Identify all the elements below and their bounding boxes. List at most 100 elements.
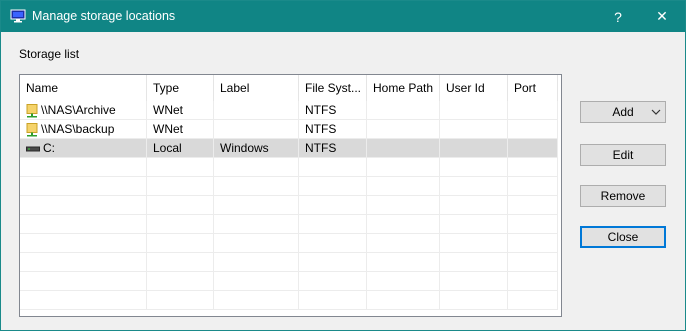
- cell-empty: [508, 158, 558, 177]
- cell-label: Windows: [214, 139, 299, 158]
- cell-empty: [440, 253, 508, 272]
- cell-empty: [367, 196, 440, 215]
- cell-empty: [147, 234, 214, 253]
- cell-empty: [440, 234, 508, 253]
- add-button-label: Add: [612, 105, 634, 119]
- cell-user-id: [440, 139, 508, 158]
- close-button[interactable]: Close: [580, 226, 666, 248]
- cell-empty: [508, 253, 558, 272]
- cell-empty: [214, 272, 299, 291]
- column-header-type[interactable]: Type: [147, 75, 214, 101]
- cell-name: \\NAS\backup: [20, 120, 147, 139]
- empty-row: [20, 215, 558, 234]
- cell-empty: [440, 196, 508, 215]
- cell-empty: [440, 291, 508, 310]
- cell-home-path: [367, 120, 440, 139]
- cell-empty: [147, 158, 214, 177]
- empty-row: [20, 177, 558, 196]
- cell-empty: [367, 234, 440, 253]
- cell-type: Local: [147, 139, 214, 158]
- cell-empty: [214, 158, 299, 177]
- cell-empty: [20, 253, 147, 272]
- column-header-label[interactable]: Label: [214, 75, 299, 101]
- cell-empty: [440, 177, 508, 196]
- chevron-down-icon: [651, 109, 661, 115]
- title-bar[interactable]: Manage storage locations ? ✕: [1, 1, 685, 32]
- cell-user-id: [440, 101, 508, 120]
- manage-storage-dialog: Manage storage locations ? ✕ Storage lis…: [0, 0, 686, 331]
- cell-user-id: [440, 120, 508, 139]
- cell-home-path: [367, 101, 440, 120]
- cell-empty: [367, 177, 440, 196]
- cell-empty: [299, 272, 367, 291]
- empty-row: [20, 272, 558, 291]
- network-share-icon: [26, 103, 38, 118]
- cell-empty: [367, 253, 440, 272]
- cell-empty: [299, 196, 367, 215]
- table-row[interactable]: C: Local Windows NTFS: [20, 139, 558, 158]
- drive-icon: [26, 146, 40, 152]
- cell-empty: [20, 196, 147, 215]
- cell-file-system: NTFS: [299, 120, 367, 139]
- remove-button[interactable]: Remove: [580, 185, 666, 207]
- cell-empty: [214, 215, 299, 234]
- table-row[interactable]: \\NAS\Archive WNet NTFS: [20, 101, 558, 120]
- cell-empty: [147, 215, 214, 234]
- cell-empty: [20, 272, 147, 291]
- add-dropdown-button[interactable]: Add: [580, 101, 666, 123]
- cell-empty: [367, 215, 440, 234]
- cell-empty: [508, 272, 558, 291]
- column-header-port[interactable]: Port: [508, 75, 558, 101]
- window-title: Manage storage locations: [32, 9, 176, 23]
- cell-empty: [508, 291, 558, 310]
- empty-row: [20, 196, 558, 215]
- network-share-icon: [26, 122, 38, 137]
- storage-list[interactable]: Name Type Label File Syst... Home Path U…: [19, 74, 562, 317]
- cell-label: [214, 120, 299, 139]
- column-header-user-id[interactable]: User Id: [440, 75, 508, 101]
- cell-empty: [440, 215, 508, 234]
- empty-row: [20, 234, 558, 253]
- cell-empty: [20, 291, 147, 310]
- column-header-home-path[interactable]: Home Path: [367, 75, 440, 101]
- cell-home-path: [367, 139, 440, 158]
- empty-row: [20, 291, 558, 310]
- edit-button[interactable]: Edit: [580, 144, 666, 166]
- cell-file-system: NTFS: [299, 101, 367, 120]
- column-header-file-system[interactable]: File Syst...: [299, 75, 367, 101]
- cell-empty: [508, 215, 558, 234]
- table-row[interactable]: \\NAS\backup WNet NTFS: [20, 120, 558, 139]
- cell-empty: [147, 272, 214, 291]
- help-icon: ?: [614, 8, 622, 25]
- list-header: Name Type Label File Syst... Home Path U…: [20, 75, 560, 101]
- app-monitor-icon: [10, 9, 26, 23]
- cell-label: [214, 101, 299, 120]
- cell-empty: [508, 196, 558, 215]
- empty-row: [20, 253, 558, 272]
- cell-type: WNet: [147, 120, 214, 139]
- close-icon: ✕: [656, 8, 668, 24]
- cell-name: C:: [20, 139, 147, 158]
- cell-file-system: NTFS: [299, 139, 367, 158]
- cell-empty: [147, 196, 214, 215]
- cell-empty: [147, 177, 214, 196]
- cell-empty: [508, 177, 558, 196]
- cell-empty: [214, 177, 299, 196]
- cell-empty: [147, 253, 214, 272]
- close-window-button[interactable]: ✕: [641, 1, 683, 32]
- cell-empty: [367, 158, 440, 177]
- empty-row: [20, 158, 558, 177]
- help-button[interactable]: ?: [597, 1, 639, 32]
- column-header-name[interactable]: Name: [20, 75, 147, 101]
- cell-empty: [214, 253, 299, 272]
- cell-port: [508, 120, 558, 139]
- cell-empty: [20, 177, 147, 196]
- cell-port: [508, 101, 558, 120]
- cell-empty: [214, 291, 299, 310]
- cell-empty: [20, 215, 147, 234]
- cell-empty: [299, 177, 367, 196]
- cell-empty: [214, 234, 299, 253]
- cell-empty: [147, 291, 214, 310]
- cell-name: \\NAS\Archive: [20, 101, 147, 120]
- cell-empty: [440, 272, 508, 291]
